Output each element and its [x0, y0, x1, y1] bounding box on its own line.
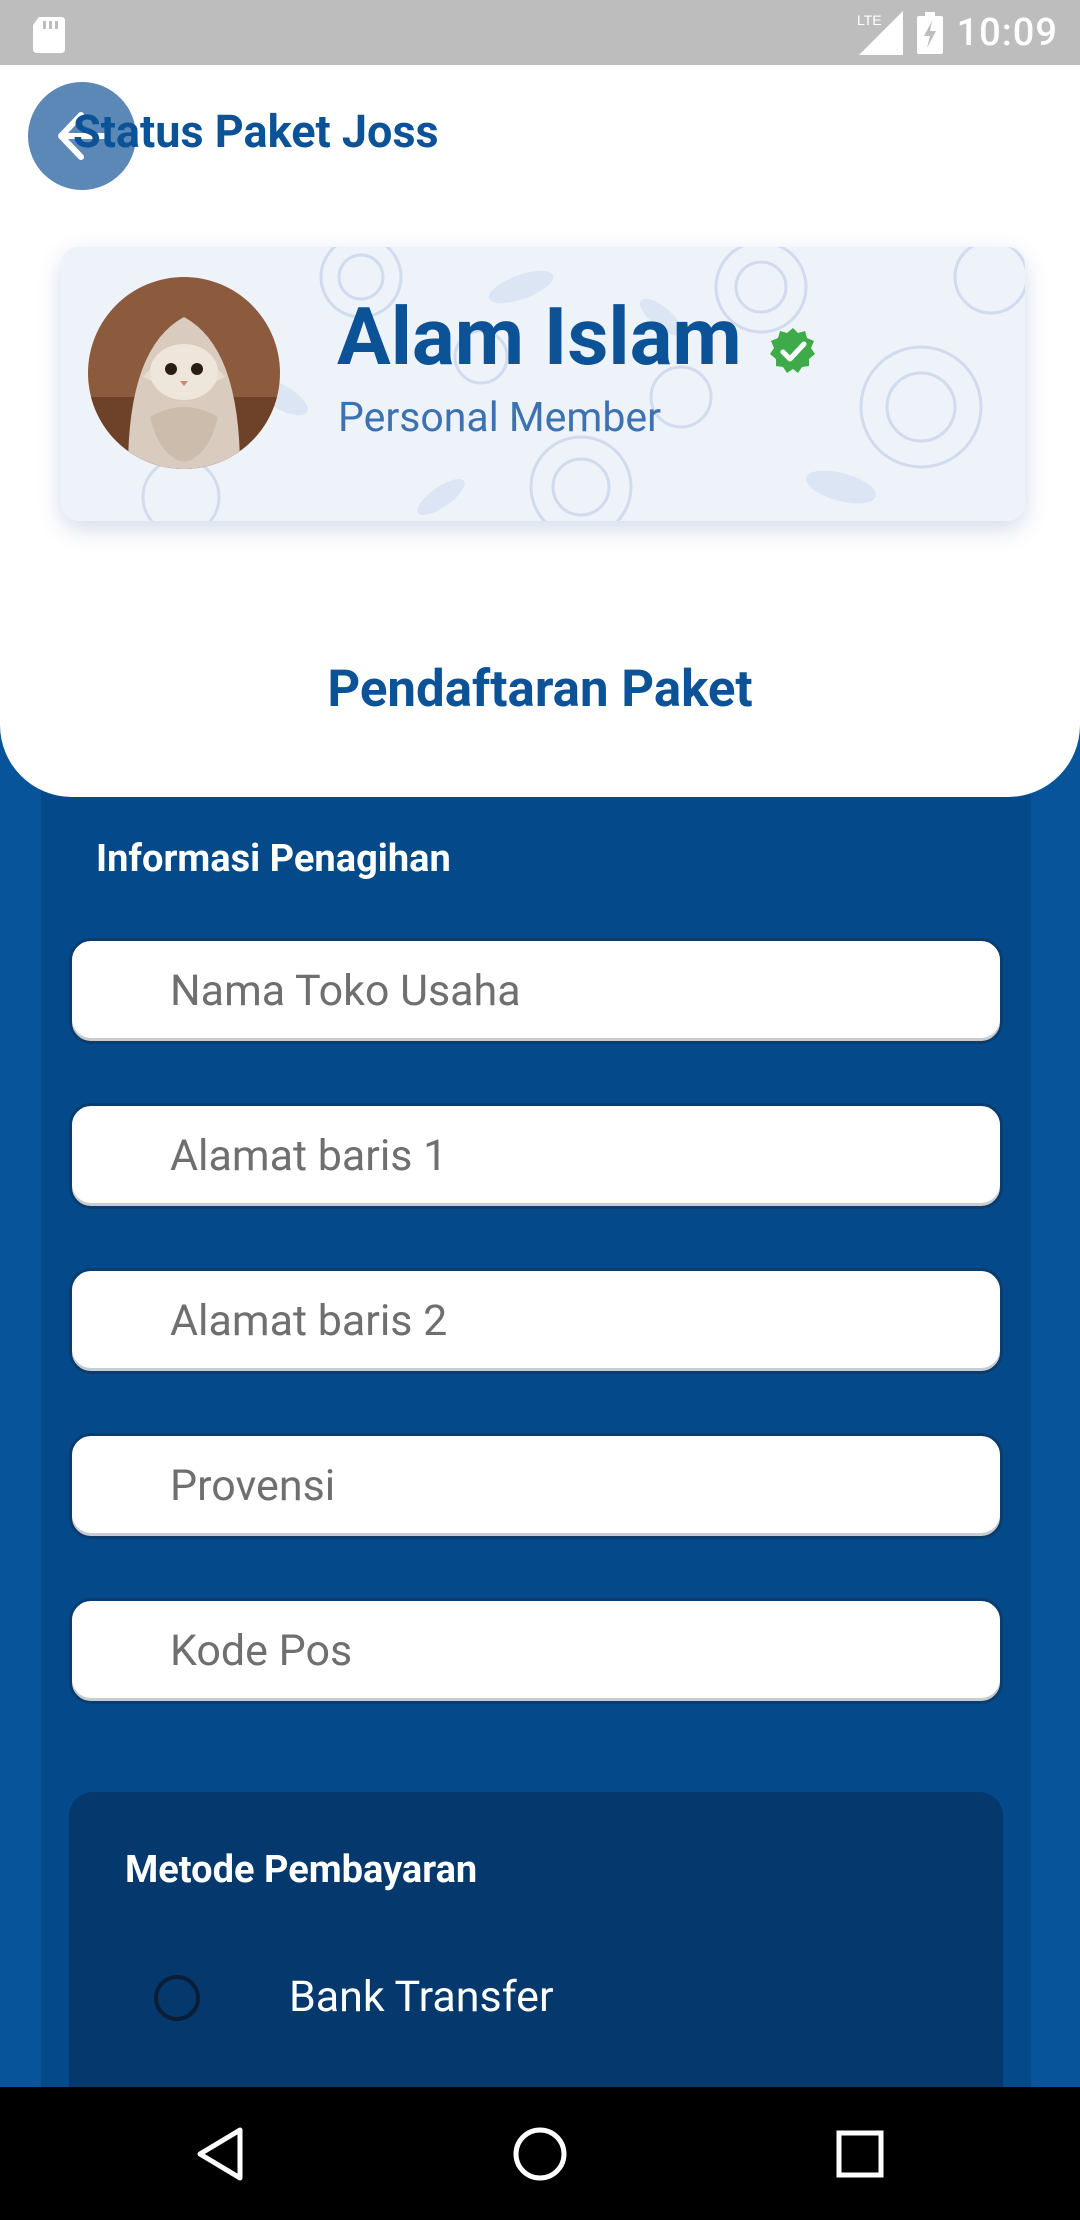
- province-input[interactable]: [72, 1460, 1000, 1512]
- profile-card: Alam Islam Personal Member: [61, 247, 1025, 521]
- page-title: Status Paket Joss: [73, 105, 439, 158]
- avatar: [88, 277, 280, 469]
- system-navigation-bar: [0, 2087, 1080, 2220]
- verified-check-icon: [770, 328, 815, 373]
- nav-home-button[interactable]: [480, 2087, 600, 2220]
- address-line-1-input[interactable]: [72, 1130, 1000, 1182]
- profile-name: Alam Islam: [337, 290, 742, 384]
- address-line-2-field[interactable]: [69, 1268, 1003, 1374]
- svg-text:LTE: LTE: [857, 12, 882, 28]
- nav-recents-button[interactable]: [800, 2087, 920, 2220]
- address-line-1-field[interactable]: [69, 1103, 1003, 1209]
- address-line-2-input[interactable]: [72, 1295, 1000, 1347]
- triangle-back-icon: [197, 2127, 243, 2180]
- header: Status Paket Joss Alam Islam Personal Me…: [0, 65, 1080, 797]
- signal-icon: LTE: [857, 11, 903, 55]
- store-name-input[interactable]: [72, 965, 1000, 1017]
- payment-section-title: Metode Pembayaran: [125, 1848, 478, 1892]
- store-name-field[interactable]: [69, 938, 1003, 1044]
- postal-code-field[interactable]: [69, 1598, 1003, 1704]
- bank-transfer-label[interactable]: Bank Transfer: [289, 1972, 554, 2022]
- nav-back-button[interactable]: [160, 2087, 280, 2220]
- avatar-cat-image: [88, 277, 280, 469]
- bank-transfer-radio[interactable]: [154, 1975, 200, 2021]
- battery-charging-icon: [916, 12, 943, 54]
- section-title: Pendaftaran Paket: [327, 660, 753, 719]
- province-field[interactable]: [69, 1433, 1003, 1539]
- clock: 10:09: [956, 11, 1058, 55]
- profile-role: Personal Member: [338, 394, 662, 442]
- postal-code-input[interactable]: [72, 1625, 1000, 1677]
- status-bar: LTE 10:09: [0, 0, 1080, 65]
- square-recents-icon: [836, 2130, 884, 2177]
- billing-section-title: Informasi Penagihan: [96, 837, 451, 881]
- circle-home-icon: [513, 2127, 567, 2180]
- sd-card-icon: [33, 17, 65, 53]
